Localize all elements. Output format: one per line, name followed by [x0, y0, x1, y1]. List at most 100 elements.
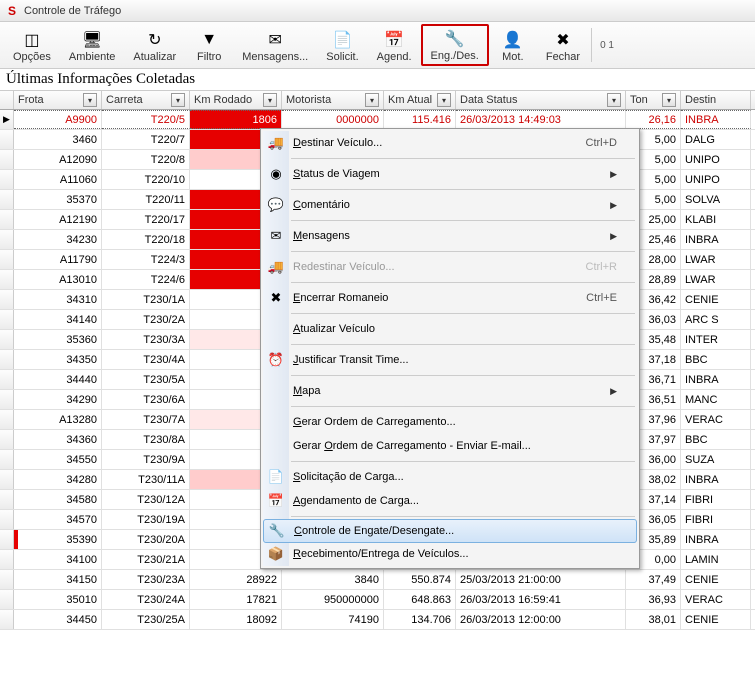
mi-recebimento[interactable]: 📦Recebimento/Entrega de Veículos...: [263, 542, 637, 566]
table-row[interactable]: 34450T230/25A1809274190134.70626/03/2013…: [0, 610, 755, 630]
options-button-icon: ◫: [22, 30, 42, 50]
row-marker: [0, 490, 14, 509]
dropdown-icon[interactable]: ▾: [83, 93, 97, 107]
col-data-status[interactable]: Data Status▾: [456, 91, 626, 109]
cell-destino: INBRA: [681, 230, 751, 249]
mi-solicitacao-icon: 📄: [267, 468, 285, 486]
mi-mensagens-icon: ✉: [267, 227, 285, 245]
cell-frota: A12090: [14, 150, 102, 169]
cell-carreta: T230/2A: [102, 310, 190, 329]
cell-frota: 34350: [14, 350, 102, 369]
mi-redestinar: 🚚Redestinar Veículo...Ctrl+R: [263, 255, 637, 279]
mi-atualizar[interactable]: Atualizar Veículo: [263, 317, 637, 341]
options-button[interactable]: ◫Opções: [4, 24, 60, 66]
row-marker: [0, 190, 14, 209]
table-row[interactable]: ▶A9900T220/518060000000115.41626/03/2013…: [0, 110, 755, 130]
environment-button[interactable]: 🖥Ambiente: [60, 24, 124, 66]
messages-button[interactable]: ✉Mensagens...: [233, 24, 317, 66]
menu-label: Gerar Ordem de Carregamento...: [293, 416, 617, 428]
row-marker: [0, 510, 14, 529]
cell-frota: A12190: [14, 210, 102, 229]
col-ton[interactable]: Ton▾: [626, 91, 681, 109]
mi-controle-engate[interactable]: 🔧 Controle de Engate/Desengate...: [263, 519, 637, 543]
mi-status[interactable]: ◉Status de Viagem▶: [263, 162, 637, 186]
cell-data-status: 26/03/2013 12:00:00: [456, 610, 626, 629]
cell-carreta: T220/18: [102, 230, 190, 249]
mot-button-icon: 👤: [503, 30, 523, 50]
mot-button[interactable]: 👤Mot.: [489, 24, 537, 66]
filter-button[interactable]: ▼Filtro: [185, 24, 233, 66]
menu-separator: [291, 344, 635, 345]
row-marker: [0, 470, 14, 489]
dropdown-icon[interactable]: ▾: [171, 93, 185, 107]
mi-gerar-oc[interactable]: Gerar Ordem de Carregamento...: [263, 410, 637, 434]
mi-justificar-icon: ⏰: [267, 351, 285, 369]
menu-label: Controle de Engate/Desengate...: [294, 525, 616, 537]
mi-gerar-email[interactable]: Gerar Ordem de Carregamento - Enviar E-m…: [263, 434, 637, 458]
row-marker: [0, 330, 14, 349]
cell-frota: 3460: [14, 130, 102, 149]
dropdown-icon[interactable]: ▾: [437, 93, 451, 107]
cell-destino: INBRA: [681, 530, 751, 549]
col-motorista[interactable]: Motorista▾: [282, 91, 384, 109]
menu-label: Destinar Veículo...: [293, 137, 586, 149]
mi-solicitacao[interactable]: 📄Solicitação de Carga...: [263, 465, 637, 489]
dropdown-icon[interactable]: ▾: [365, 93, 379, 107]
mi-mensagens[interactable]: ✉Mensagens▶: [263, 224, 637, 248]
mi-justificar[interactable]: ⏰Justificar Transit Time...: [263, 348, 637, 372]
submenu-arrow-icon: ▶: [610, 200, 617, 211]
mi-comentario[interactable]: 💬Comentário▶: [263, 193, 637, 217]
cell-ton: 37,49: [626, 570, 681, 589]
toolbar-label: Filtro: [197, 51, 221, 63]
menu-label: Comentário: [293, 199, 610, 211]
col-km-rodado[interactable]: Km Rodado▾: [190, 91, 282, 109]
dropdown-icon[interactable]: ▾: [607, 93, 621, 107]
cell-carreta: T220/5: [102, 110, 190, 129]
mi-recebimento-icon: 📦: [267, 545, 285, 563]
refresh-button[interactable]: ↻Atualizar: [124, 24, 185, 66]
row-marker: [0, 290, 14, 309]
cell-frota: 34280: [14, 470, 102, 489]
toolbar-label: Fechar: [546, 51, 580, 63]
agend-button-icon: 📅: [384, 30, 404, 50]
mi-destinar[interactable]: 🚚Destinar Veículo...Ctrl+D: [263, 131, 637, 155]
app-icon: S: [4, 3, 20, 19]
row-marker: [0, 130, 14, 149]
cell-destino: KLABI: [681, 210, 751, 229]
cell-data-status: 26/03/2013 16:59:41: [456, 590, 626, 609]
cell-km-atual: 648.863: [384, 590, 456, 609]
col-km-atual[interactable]: Km Atual▾: [384, 91, 456, 109]
mi-mapa[interactable]: Mapa▶: [263, 379, 637, 403]
cell-km-rodado: 1806: [190, 110, 282, 129]
submenu-arrow-icon: ▶: [610, 231, 617, 242]
cell-frota: 34360: [14, 430, 102, 449]
menu-label: Encerrar Romaneio: [293, 292, 586, 304]
cell-carreta: T220/8: [102, 150, 190, 169]
menu-separator: [291, 282, 635, 283]
engdes-button[interactable]: 🔧Eng./Des.: [421, 24, 489, 66]
grid-header: Frota▾ Carreta▾ Km Rodado▾ Motorista▾ Km…: [0, 90, 755, 110]
agend-button[interactable]: 📅Agend.: [368, 24, 421, 66]
menu-separator: [291, 158, 635, 159]
cell-carreta: T230/4A: [102, 350, 190, 369]
col-carreta[interactable]: Carreta▾: [102, 91, 190, 109]
solicit-button[interactable]: 📄Solicit.: [317, 24, 367, 66]
menu-label: Redestinar Veículo...: [293, 261, 586, 273]
col-destino[interactable]: Destin: [681, 91, 751, 109]
table-row[interactable]: 34150T230/23A289223840550.87425/03/2013 …: [0, 570, 755, 590]
close-button[interactable]: ✖Fechar: [537, 24, 589, 66]
menu-label: Atualizar Veículo: [293, 323, 617, 335]
dropdown-icon[interactable]: ▾: [263, 93, 277, 107]
col-frota[interactable]: Frota▾: [14, 91, 102, 109]
table-row[interactable]: 35010T230/24A17821950000000648.86326/03/…: [0, 590, 755, 610]
cell-motorista: 950000000: [282, 590, 384, 609]
dropdown-icon[interactable]: ▾: [662, 93, 676, 107]
mi-agendamento[interactable]: 📅Agendamento de Carga...: [263, 489, 637, 513]
cell-motorista: 74190: [282, 610, 384, 629]
mi-encerrar[interactable]: ✖Encerrar RomaneioCtrl+E: [263, 286, 637, 310]
mi-controle-engate-icon: 🔧: [268, 522, 286, 540]
cell-carreta: T230/6A: [102, 390, 190, 409]
row-marker: [0, 210, 14, 229]
cell-destino: DALG: [681, 130, 751, 149]
cell-frota: A13280: [14, 410, 102, 429]
